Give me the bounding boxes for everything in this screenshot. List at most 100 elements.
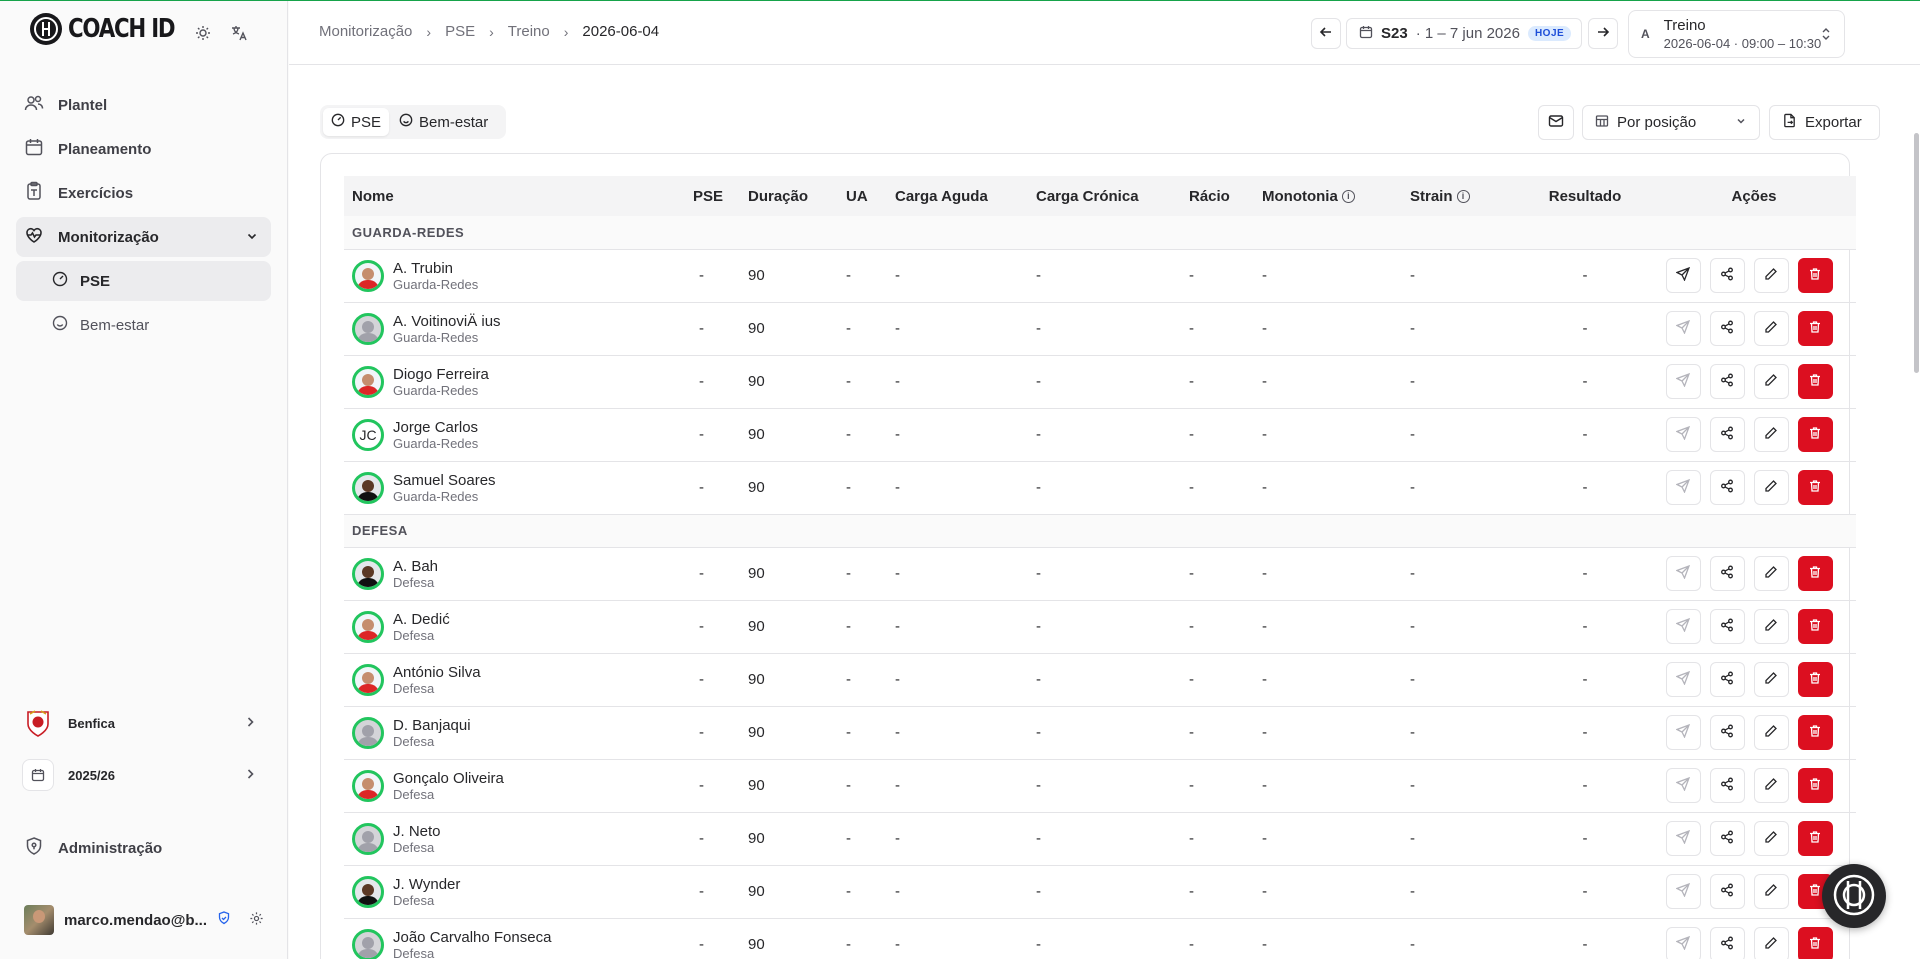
share-button[interactable] [1709, 311, 1745, 346]
share-button[interactable] [1709, 821, 1745, 856]
tab-bem-estar[interactable]: Bem-estar [391, 108, 496, 136]
sidebar-subitem-pse[interactable]: PSE [16, 261, 271, 301]
sun-icon[interactable] [193, 23, 213, 43]
prev-week-button[interactable] [1311, 18, 1341, 49]
table-row[interactable]: A. VoitinoviÄ ius Guarda-Redes -90- - - - - - - [344, 302, 1856, 356]
share-button[interactable] [1709, 417, 1745, 452]
scrollbar[interactable] [1912, 129, 1920, 429]
player-cell[interactable]: D. Banjaqui Defesa [344, 706, 685, 760]
breadcrumb-treino[interactable]: Treino [508, 23, 550, 40]
share-button[interactable] [1709, 768, 1745, 803]
share-button[interactable] [1709, 556, 1745, 591]
share-button[interactable] [1709, 715, 1745, 750]
edit-button[interactable] [1753, 470, 1789, 505]
delete-button[interactable] [1797, 556, 1833, 591]
player-cell[interactable]: J. Wynder Defesa [344, 865, 685, 919]
group-by-select[interactable]: Por posição [1582, 105, 1760, 140]
translate-icon[interactable] [229, 23, 249, 43]
send-button[interactable] [1665, 417, 1701, 452]
delete-button[interactable] [1797, 470, 1833, 505]
send-button[interactable] [1665, 874, 1701, 909]
edit-button[interactable] [1753, 662, 1789, 697]
player-cell[interactable]: A. Bah Defesa [344, 547, 685, 601]
delete-button[interactable] [1797, 364, 1833, 399]
session-selector[interactable]: A Treino 2026-06-04 · 09:00 – 10:30 [1628, 10, 1845, 58]
table-row[interactable]: António Silva Defesa -90- - - - - - - [344, 653, 1856, 707]
player-cell[interactable]: A. Dedić Defesa [344, 600, 685, 654]
season-switcher[interactable]: 2025/26 [22, 757, 265, 793]
table-row[interactable]: Gonçalo Oliveira Defesa -90- - - - - - - [344, 759, 1856, 813]
player-cell[interactable]: João Carvalho Fonseca Defesa [344, 918, 685, 959]
sidebar-item-exercicios[interactable]: Exercícios [16, 173, 271, 213]
edit-button[interactable] [1753, 364, 1789, 399]
delete-button[interactable] [1797, 417, 1833, 452]
edit-button[interactable] [1753, 715, 1789, 750]
send-all-button[interactable] [1538, 105, 1574, 140]
player-cell[interactable]: Gonçalo Oliveira Defesa [344, 759, 685, 813]
share-button[interactable] [1709, 874, 1745, 909]
edit-button[interactable] [1753, 417, 1789, 452]
breadcrumb-pse[interactable]: PSE [445, 23, 475, 40]
share-button[interactable] [1709, 258, 1745, 293]
send-button[interactable] [1665, 768, 1701, 803]
send-button[interactable] [1665, 556, 1701, 591]
delete-button[interactable] [1797, 927, 1833, 959]
share-button[interactable] [1709, 662, 1745, 697]
next-week-button[interactable] [1588, 18, 1618, 49]
table-row[interactable]: A. Trubin Guarda-Redes -90- - - - - - - [344, 249, 1856, 303]
info-icon[interactable]: i [1456, 190, 1470, 204]
table-row[interactable]: João Carvalho Fonseca Defesa -90- - - - - - - [344, 918, 1856, 959]
sidebar-item-plantel[interactable]: Plantel [16, 85, 271, 125]
send-button[interactable] [1665, 609, 1701, 644]
send-button[interactable] [1665, 927, 1701, 959]
sidebar-item-planeamento[interactable]: Planeamento [16, 129, 271, 169]
delete-button[interactable] [1797, 715, 1833, 750]
player-cell[interactable]: J. Neto Defesa [344, 812, 685, 866]
send-button[interactable] [1665, 715, 1701, 750]
delete-button[interactable] [1797, 662, 1833, 697]
week-selector[interactable]: S23 · 1 – 7 jun 2026 HOJE [1346, 18, 1582, 49]
table-row[interactable]: Samuel Soares Guarda-Redes -90- - - - - - - [344, 461, 1856, 515]
sidebar-item-monitorizacao[interactable]: Monitorização [16, 217, 271, 257]
table-row[interactable]: J. Neto Defesa -90- - - - - - - [344, 812, 1856, 866]
edit-button[interactable] [1753, 927, 1789, 959]
player-cell[interactable]: A. Trubin Guarda-Redes [344, 249, 685, 303]
club-switcher[interactable]: Benfica [22, 705, 265, 741]
brand-logo[interactable]: COACH ID [30, 13, 198, 45]
sidebar-subitem-bem-estar[interactable]: Bem-estar [16, 305, 271, 345]
table-row[interactable]: JC Jorge Carlos Guarda-Redes -90- - - - - - - [344, 408, 1856, 462]
player-cell[interactable]: António Silva Defesa [344, 653, 685, 707]
table-row[interactable]: D. Banjaqui Defesa -90- - - - - - - [344, 706, 1856, 760]
send-button[interactable] [1665, 258, 1701, 293]
send-button[interactable] [1665, 364, 1701, 399]
edit-button[interactable] [1753, 768, 1789, 803]
player-cell[interactable]: JC Jorge Carlos Guarda-Redes [344, 408, 685, 462]
table-row[interactable]: Diogo Ferreira Guarda-Redes -90- - - - - - - [344, 355, 1856, 409]
share-button[interactable] [1709, 609, 1745, 644]
delete-button[interactable] [1797, 311, 1833, 346]
send-button[interactable] [1665, 821, 1701, 856]
send-button[interactable] [1665, 311, 1701, 346]
user-menu[interactable]: marco.mendao@b... [24, 904, 271, 936]
player-cell[interactable]: A. VoitinoviÄ ius Guarda-Redes [344, 302, 685, 356]
share-button[interactable] [1709, 927, 1745, 959]
breadcrumb-monitorizacao[interactable]: Monitorização [319, 23, 412, 40]
export-button[interactable]: Exportar [1769, 105, 1880, 140]
table-row[interactable]: A. Dedić Defesa -90- - - - - - - [344, 600, 1856, 654]
delete-button[interactable] [1797, 609, 1833, 644]
delete-button[interactable] [1797, 768, 1833, 803]
info-icon[interactable]: i [1341, 190, 1355, 204]
scrollbar-thumb[interactable] [1913, 133, 1919, 373]
edit-button[interactable] [1753, 821, 1789, 856]
table-row[interactable]: J. Wynder Defesa -90- - - - - - - [344, 865, 1856, 919]
tab-pse[interactable]: PSE [323, 108, 390, 136]
edit-button[interactable] [1753, 556, 1789, 591]
delete-button[interactable] [1797, 821, 1833, 856]
assistant-button[interactable] [1822, 864, 1886, 928]
table-row[interactable]: A. Bah Defesa -90- - - - - - - [344, 547, 1856, 601]
send-button[interactable] [1665, 662, 1701, 697]
player-cell[interactable]: Diogo Ferreira Guarda-Redes [344, 355, 685, 409]
edit-button[interactable] [1753, 609, 1789, 644]
delete-button[interactable] [1797, 258, 1833, 293]
share-button[interactable] [1709, 470, 1745, 505]
